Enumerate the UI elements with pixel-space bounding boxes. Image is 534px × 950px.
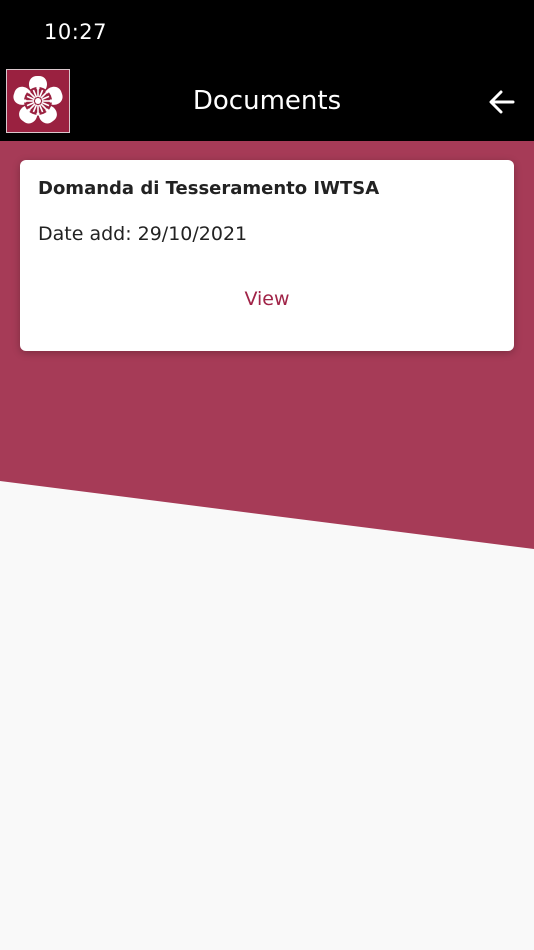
view-button[interactable]: View — [20, 288, 514, 310]
document-date-label: Date add: — [38, 223, 132, 245]
document-title: Domanda di Tesseramento IWTSA — [38, 178, 380, 199]
document-date-value: 29/10/2021 — [137, 223, 248, 245]
app-bar: Documents — [0, 66, 534, 141]
arrow-left-icon — [489, 90, 515, 114]
back-button[interactable] — [486, 86, 518, 118]
status-time: 10:27 — [44, 20, 108, 44]
page-title: Documents — [192, 86, 342, 116]
document-card: Domanda di Tesseramento IWTSA Date add: 2… — [20, 160, 514, 351]
status-bar: 10:27 — [0, 0, 534, 66]
document-date: Date add: 29/10/2021 — [38, 223, 247, 245]
